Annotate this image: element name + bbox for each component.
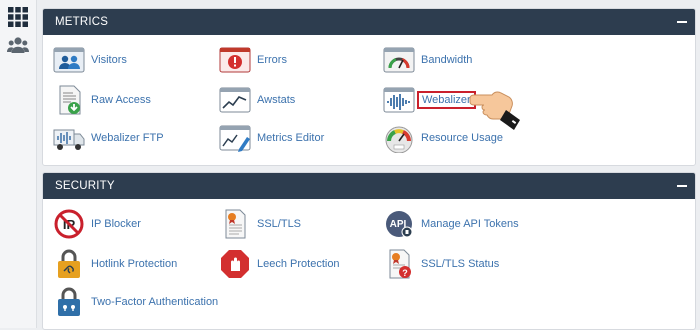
leech-protection-icon [221, 250, 249, 278]
item-label: Leech Protection [257, 258, 340, 270]
metrics-item-webalizer-ftp[interactable]: Webalizer FTP [53, 123, 164, 153]
metrics-item-bandwidth[interactable]: Bandwidth [383, 45, 472, 75]
item-label: SSL/TLS Status [421, 258, 500, 270]
security-item-hotlink-protection[interactable]: Hotlink Protection [53, 249, 177, 279]
panel-title: SECURITY [55, 180, 115, 192]
metrics-item-errors[interactable]: Errors [219, 45, 287, 75]
resource-usage-icon [385, 126, 413, 153]
item-label: Metrics Editor [257, 132, 325, 144]
collapse-icon[interactable] [677, 21, 687, 23]
visitors-icon [53, 47, 85, 73]
metrics-item-raw-access[interactable]: Raw Access [53, 85, 151, 115]
api-tokens-icon: API [386, 211, 413, 238]
item-label: Visitors [91, 54, 127, 66]
metrics-panel: METRICS Visitors Errors Bandwidth Raw Ac… [42, 8, 696, 166]
ssl-tls-status-icon: ? [389, 249, 411, 279]
item-label: Webalizer [417, 91, 476, 109]
metrics-item-webalizer[interactable]: Webalizer [383, 85, 476, 115]
security-item-ip-blocker[interactable]: IP IP Blocker [53, 209, 141, 239]
webalizer-ftp-icon [53, 129, 85, 150]
security-item-leech-protection[interactable]: Leech Protection [219, 249, 340, 279]
item-label: Webalizer FTP [91, 132, 164, 144]
users-icon[interactable] [7, 34, 29, 56]
security-header[interactable]: SECURITY [43, 173, 695, 199]
errors-icon [219, 47, 251, 73]
item-label: Hotlink Protection [91, 258, 178, 270]
ssl-tls-icon [225, 209, 246, 239]
item-label: Two-Factor Authentication [91, 296, 219, 308]
metrics-item-awstats[interactable]: Awstats [219, 85, 295, 115]
collapse-icon[interactable] [677, 185, 687, 187]
two-factor-auth-icon [58, 287, 80, 316]
metrics-item-visitors[interactable]: Visitors [53, 45, 127, 75]
item-label: SSL/TLS [257, 218, 302, 230]
sidebar [0, 0, 37, 328]
item-label: Raw Access [91, 94, 151, 106]
svg-text:?: ? [402, 268, 408, 278]
security-item-ssl-tls[interactable]: SSL/TLS [219, 209, 301, 239]
metrics-editor-icon [219, 125, 251, 152]
security-panel: SECURITY IP IP Blocker SSL/TLS [42, 172, 696, 330]
security-item-two-factor-authentication[interactable]: Two-Factor Authentication [53, 287, 218, 317]
item-label: Manage API Tokens [421, 218, 519, 230]
hotlink-protection-icon [58, 249, 80, 278]
apps-grid-icon[interactable] [7, 6, 29, 28]
item-label: Errors [257, 54, 287, 66]
metrics-header[interactable]: METRICS [43, 9, 695, 35]
item-label: IP Blocker [91, 218, 141, 230]
bandwidth-icon [383, 47, 415, 73]
security-item-manage-api-tokens[interactable]: API Manage API Tokens [383, 209, 519, 239]
raw-access-icon [59, 85, 81, 115]
pointing-hand-icon [469, 91, 520, 130]
awstats-icon [219, 87, 251, 113]
webalizer-icon [383, 87, 415, 113]
panel-title: METRICS [55, 16, 109, 28]
security-item-ssl-tls-status[interactable]: ? SSL/TLS Status [383, 249, 499, 279]
item-label: Awstats [257, 94, 296, 106]
ip-blocker-icon: IP [54, 209, 84, 239]
metrics-item-metrics-editor[interactable]: Metrics Editor [219, 123, 324, 153]
item-label: Bandwidth [421, 54, 473, 66]
